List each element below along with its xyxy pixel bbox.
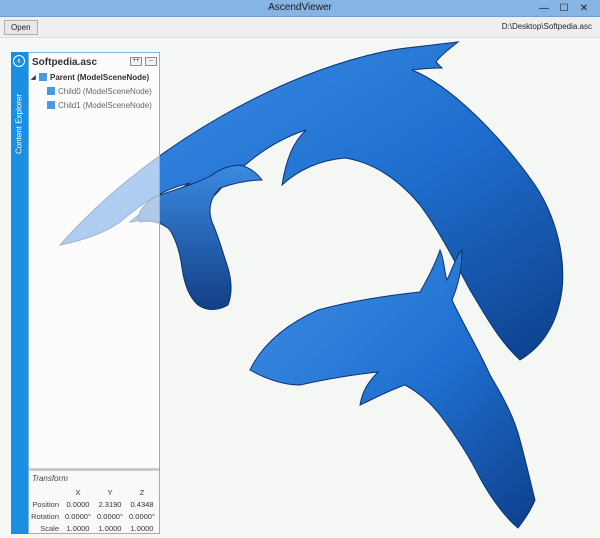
scale-y-value[interactable]: 1.0000: [94, 524, 126, 533]
rotation-z-value[interactable]: 0.0000°: [126, 512, 158, 521]
tree-item-child0[interactable]: Child0 (ModelSceneNode): [31, 84, 152, 98]
transform-panel: Transform X Y Z Position 0.0000 2.3190 0…: [29, 468, 159, 533]
column-header-x: X: [75, 487, 81, 497]
position-y-value[interactable]: 2.3190: [94, 500, 126, 509]
tree-item-parent[interactable]: ◢ Parent (ModelSceneNode): [31, 70, 152, 84]
tree-item-child1[interactable]: Child1 (ModelSceneNode): [31, 98, 152, 112]
row-label: Position: [32, 499, 59, 509]
tree-item-label: Child0 (ModelSceneNode): [58, 86, 152, 96]
node-icon: [47, 101, 55, 109]
explorer-title: Softpedia.asc: [32, 57, 98, 68]
tree-item-label: Parent (ModelSceneNode): [50, 72, 150, 82]
transform-header-row: X Y Z: [29, 486, 159, 498]
transform-row-rotation: Rotation 0.0000° 0.0000° 0.0000°: [29, 510, 159, 522]
node-icon: [39, 73, 47, 81]
transform-row-position: Position 0.0000 2.3190 0.4348: [29, 498, 159, 510]
collapse-all-button[interactable]: --: [145, 57, 157, 66]
column-header-y: Y: [107, 487, 113, 497]
content-explorer-tab-label: Content Explorer: [14, 93, 24, 155]
position-z-value[interactable]: 0.4348: [126, 500, 158, 509]
node-icon: [47, 87, 55, 95]
rotation-y-value[interactable]: 0.0000°: [94, 512, 126, 521]
row-label: Scale: [40, 523, 59, 533]
file-path: D:\Desktop\Softpedia.asc: [501, 22, 592, 31]
title-bar: AscendViewer — ☐ ✕: [0, 0, 600, 17]
scene-tree: ◢ Parent (ModelSceneNode) Child0 (ModelS…: [31, 70, 152, 112]
window-controls: — ☐ ✕: [534, 0, 594, 17]
transform-row-scale: Scale 1.0000 1.0000 1.0000: [29, 522, 159, 534]
back-arrow-icon[interactable]: ‹: [13, 55, 25, 67]
close-button[interactable]: ✕: [574, 0, 594, 17]
position-x-value[interactable]: 0.0000: [62, 500, 94, 509]
scale-z-value[interactable]: 1.0000: [126, 524, 158, 533]
open-button[interactable]: Open: [4, 20, 38, 35]
minimize-button[interactable]: —: [534, 0, 554, 17]
content-explorer-tab[interactable]: ‹ Content Explorer: [11, 52, 28, 534]
content-explorer-panel: Softpedia.asc ++ -- ◢ Parent (ModelScene…: [28, 52, 160, 534]
expand-all-button[interactable]: ++: [130, 57, 142, 66]
scale-x-value[interactable]: 1.0000: [62, 524, 94, 533]
window-title: AscendViewer: [268, 2, 332, 13]
transform-title: Transform: [32, 474, 68, 483]
maximize-button[interactable]: ☐: [554, 0, 574, 17]
transform-grid: X Y Z Position 0.0000 2.3190 0.4348 Rota…: [29, 486, 159, 534]
expand-arrow-icon[interactable]: ◢: [31, 74, 39, 81]
toolbar: Open D:\Desktop\Softpedia.asc: [0, 17, 600, 38]
tree-item-label: Child1 (ModelSceneNode): [58, 100, 152, 110]
column-header-z: Z: [139, 487, 145, 497]
rotation-x-value[interactable]: 0.0000°: [62, 512, 94, 521]
row-label: Rotation: [31, 511, 59, 521]
